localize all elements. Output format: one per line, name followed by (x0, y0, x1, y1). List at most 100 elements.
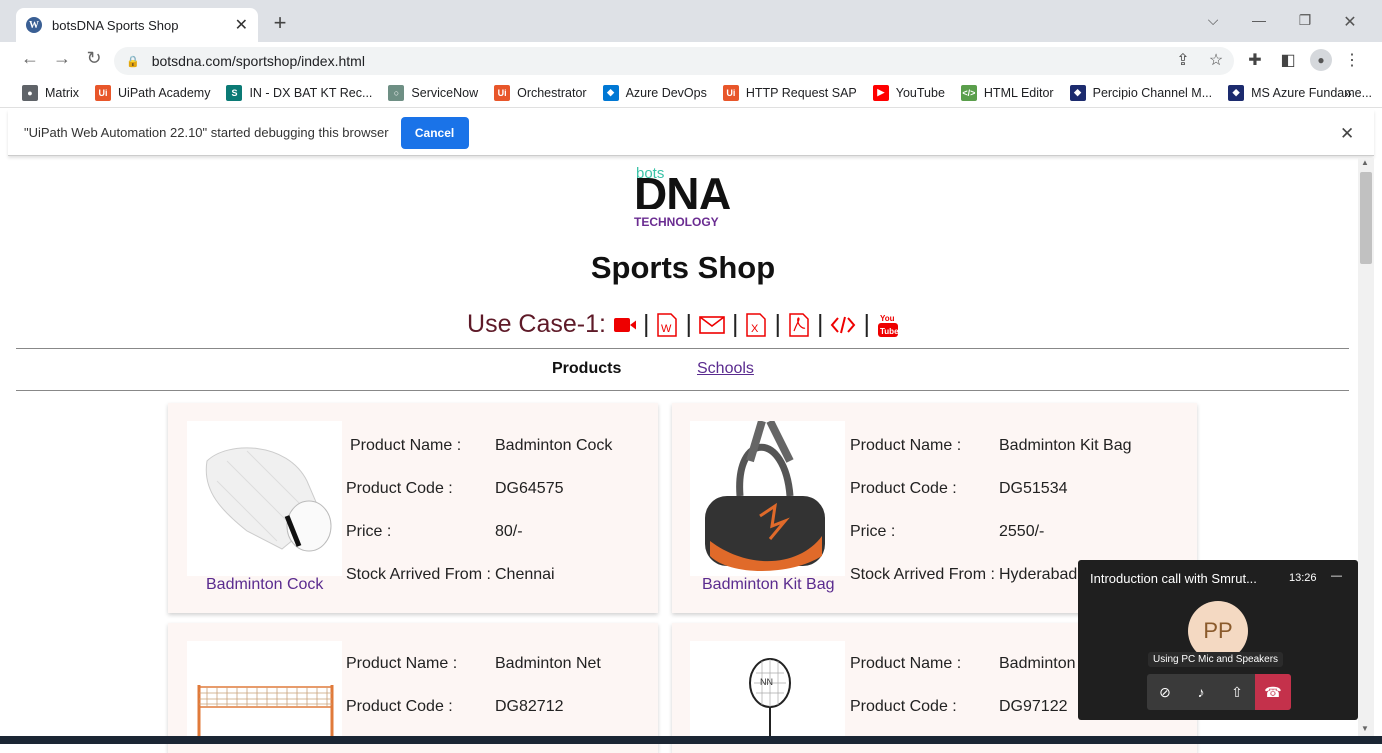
wordpress-icon: W (26, 17, 42, 33)
svg-text:W: W (661, 323, 672, 335)
percipio-icon: ◆ (1228, 84, 1245, 101)
divider-top (16, 348, 1349, 349)
menu-kebab-icon[interactable]: ⋮ (1341, 50, 1363, 70)
svg-text:You: You (880, 314, 895, 323)
product-image-kit-bag (690, 419, 845, 576)
forward-icon[interactable]: → (50, 48, 74, 69)
new-tab-button[interactable]: + (268, 10, 292, 36)
product-image-racket: NN (690, 641, 845, 741)
profile-icon[interactable]: ● (1310, 49, 1332, 71)
svg-text:Tube: Tube (880, 327, 899, 336)
field-label-name: Product Name : (346, 655, 458, 672)
bookmarks-overflow-icon[interactable]: » (1344, 85, 1352, 101)
bookmarks-bar: ● Matrix Ui UiPath Academy S IN - DX BAT KT R… (0, 78, 1382, 108)
field-label-price: Price : (346, 523, 392, 540)
field-label-name: Product Name : (350, 437, 462, 454)
bookmark-item[interactable]: Ui UiPath Academy (95, 84, 211, 101)
infobar-close-icon[interactable]: ✕ (1340, 124, 1354, 144)
uipath-icon: Ui (722, 84, 739, 101)
email-icon[interactable] (699, 313, 725, 337)
mic-off-icon[interactable]: ♪ (1183, 674, 1219, 710)
bookmark-label: YouTube (895, 85, 945, 100)
word-icon[interactable]: W (656, 312, 678, 337)
close-window-icon[interactable]: ✕ (1340, 12, 1360, 32)
meeting-timer: 13:26 (1289, 572, 1317, 584)
tab-products[interactable]: Products (552, 360, 621, 378)
youtube-icon[interactable]: You Tube (877, 313, 899, 337)
meeting-title: Introduction call with Smrut... (1090, 571, 1257, 586)
product-caption[interactable]: Badminton Kit Bag (702, 576, 835, 594)
browser-tab[interactable]: W botsDNA Sports Shop ✕ (16, 8, 258, 42)
botsdna-logo: bots DNA TECHNOLOGY (634, 165, 734, 231)
azure-devops-icon: ◆ (602, 84, 619, 101)
servicenow-icon: ○ (388, 84, 405, 101)
field-value-code: DG82712 (495, 698, 564, 715)
video-icon[interactable] (613, 313, 636, 337)
bookmark-item[interactable]: ● Matrix (22, 84, 80, 101)
product-image-net (187, 641, 342, 741)
bookmark-label: UiPath Academy (118, 85, 211, 100)
tab-search-icon[interactable]: ⌵ (1203, 12, 1223, 29)
bookmark-item[interactable]: ◆ Azure DevOps (602, 84, 707, 101)
bookmark-list: ● Matrix Ui UiPath Academy S IN - DX BAT KT R… (22, 84, 1382, 101)
bookmark-item[interactable]: ▶ YouTube (872, 84, 945, 101)
side-panel-icon[interactable]: ◧ (1277, 50, 1299, 70)
bookmark-item[interactable]: Ui Orchestrator (494, 84, 587, 101)
field-value-name: Badminton Kit Bag (999, 437, 1132, 454)
back-icon[interactable]: ← (18, 48, 42, 69)
bookmark-item[interactable]: Ui HTTP Request SAP (722, 84, 857, 101)
divider-bottom (16, 390, 1349, 391)
product-caption[interactable]: Badminton Cock (206, 576, 323, 594)
bookmark-label: ServiceNow (411, 85, 479, 100)
end-call-icon[interactable]: ☎ (1255, 674, 1291, 710)
bookmark-label: HTML Editor (983, 85, 1054, 100)
field-label-code: Product Code : (346, 480, 453, 497)
restore-window-icon[interactable]: ❐ (1295, 12, 1315, 29)
pdf-icon[interactable] (788, 312, 810, 337)
field-value-name: Badminton (999, 655, 1076, 672)
field-label-name: Product Name : (850, 437, 962, 454)
bookmark-label: MS Azure Fundame... (1251, 85, 1373, 100)
debug-infobar: "UiPath Web Automation 22.10" started de… (8, 110, 1374, 156)
field-value-code: DG64575 (495, 480, 564, 497)
scroll-down-arrow-icon[interactable]: ▼ (1361, 724, 1369, 733)
logo-dna-text: DNA (634, 169, 731, 209)
tab-schools[interactable]: Schools (697, 360, 754, 378)
share-icon[interactable]: ⇪ (1172, 50, 1194, 70)
bookmark-item[interactable]: </> HTML Editor (960, 84, 1054, 101)
logo-technology-text: TECHNOLOGY (634, 215, 719, 229)
address-bar[interactable]: 🔒 botsdna.com/sportshop/index.html (114, 47, 1234, 75)
bookmark-item[interactable]: S IN - DX BAT KT Rec... (226, 84, 373, 101)
bookmark-label: Percipio Channel M... (1092, 85, 1213, 100)
bookmark-label: IN - DX BAT KT Rec... (249, 85, 373, 100)
share-screen-icon[interactable]: ⇧ (1219, 674, 1255, 710)
field-label-name: Product Name : (850, 655, 962, 672)
code-icon[interactable] (830, 313, 856, 337)
field-value-price: 80/- (495, 523, 523, 540)
cancel-button[interactable]: Cancel (400, 116, 469, 149)
infobar-message: "UiPath Web Automation 22.10" started de… (24, 125, 389, 140)
field-value-name: Badminton Net (495, 655, 601, 672)
uipath-icon: Ui (494, 84, 511, 101)
tab-close-icon[interactable]: ✕ (235, 15, 248, 35)
field-label-code: Product Code : (346, 698, 453, 715)
youtube-icon: ▶ (872, 84, 889, 101)
teams-meeting-popup[interactable]: Introduction call with Smrut... 13:26 — … (1078, 560, 1358, 720)
minimize-window-icon[interactable]: — (1249, 12, 1269, 28)
bookmark-item[interactable]: ◆ Percipio Channel M... (1069, 84, 1213, 101)
extensions-icon[interactable]: ✚ (1244, 50, 1266, 70)
field-value-code: DG51534 (999, 480, 1068, 497)
bookmark-star-icon[interactable]: ☆ (1205, 50, 1227, 70)
excel-icon[interactable]: X (745, 312, 767, 337)
bookmark-item[interactable]: ○ ServiceNow (388, 84, 479, 101)
field-value-price: 2550/- (999, 523, 1045, 540)
field-label-code: Product Code : (850, 698, 957, 715)
minimize-meeting-icon[interactable]: — (1331, 570, 1342, 582)
sharepoint-icon: S (226, 84, 243, 101)
scroll-up-arrow-icon[interactable]: ▲ (1361, 158, 1369, 167)
use-case-row: Use Case-1: | W | | X | | | You Tube (467, 310, 899, 338)
svg-text:NN: NN (760, 677, 773, 687)
bookmark-label: Matrix (45, 85, 80, 100)
reload-icon[interactable]: ↻ (82, 48, 106, 69)
camera-off-icon[interactable]: ⊘ (1147, 674, 1183, 710)
